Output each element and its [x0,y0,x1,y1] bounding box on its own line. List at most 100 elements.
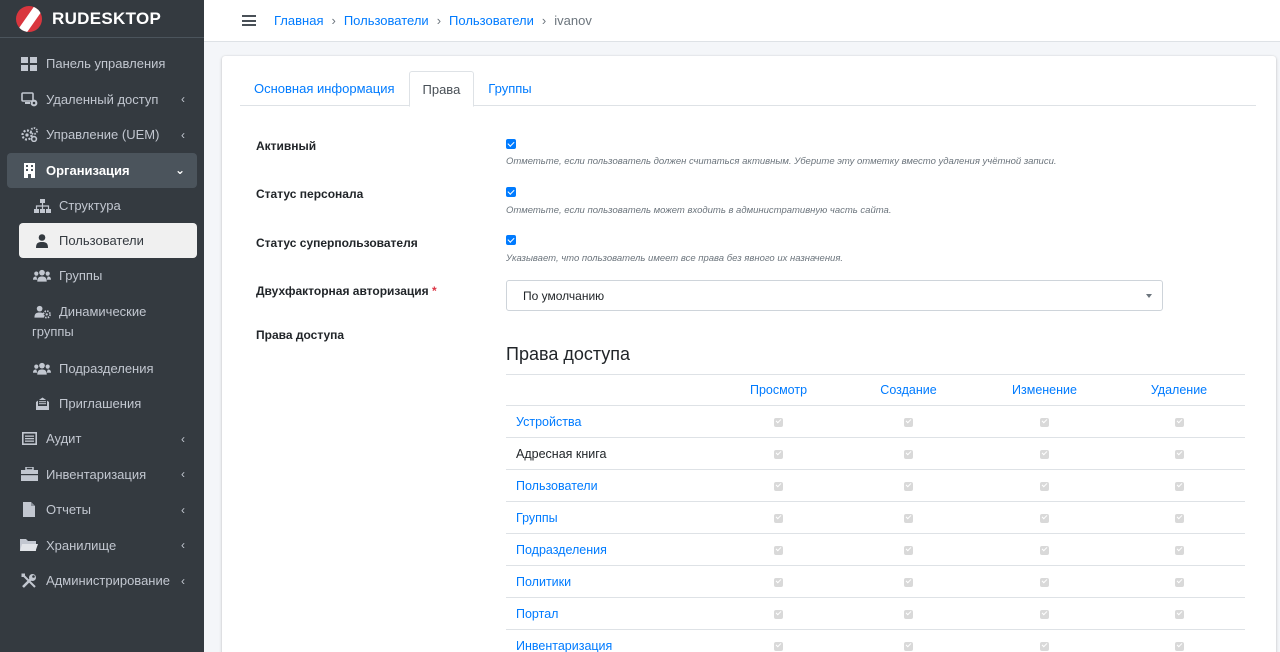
change-checkbox [1040,609,1049,619]
sidebar-item-audit[interactable]: Аудит ‹ [7,421,197,457]
chevron-left-icon: ‹ [181,467,185,482]
permissions-title: Права доступа [506,344,631,364]
user-icon [33,233,51,249]
sidebar-subitem-invitations[interactable]: Приглашения [19,386,197,421]
permissions-header-row: Просмотр Создание Изменение Удаление [506,374,1245,406]
envelope-icon [33,396,51,412]
superuser-help-text: Указывает, что пользователь имеет все пр… [506,253,844,264]
sidebar-item-label: Аудит [46,431,82,447]
table-row: Политики [506,565,1245,598]
chevron-left-icon: ‹ [181,538,185,553]
sidebar-item-administration[interactable]: Администрирование ‹ [7,563,197,599]
twofa-label-text: Двухфакторная авторизация [256,284,429,298]
permission-name[interactable]: Политики [506,565,716,598]
delete-checkbox [1174,641,1184,651]
tab-basic-info[interactable]: Основная информация [240,71,409,106]
twofa-select[interactable]: По умолчанию [506,280,1163,311]
required-mark: * [432,284,437,298]
sidebar-subitem-label: Приглашения [59,396,142,411]
file-icon [20,502,38,518]
sidebar-subitem-dynamic-groups[interactable]: Динамические группы [19,293,197,351]
delete-checkbox [1174,449,1184,459]
permission-name[interactable]: Подразделения [506,533,716,566]
sidebar-item-reports[interactable]: Отчеты ‹ [7,492,197,528]
permission-cell [716,501,841,534]
sidebar-item-dashboard[interactable]: Панель управления [7,46,197,82]
view-checkbox [774,449,783,459]
breadcrumb-users-list-link[interactable]: Пользователи [449,13,534,28]
view-checkbox [774,513,783,523]
change-checkbox [1040,577,1049,587]
permission-name[interactable]: Устройства [506,405,716,438]
tab-permissions[interactable]: Права [408,71,475,107]
view-checkbox [774,609,783,619]
permission-cell [716,437,841,470]
users-icon [33,361,51,377]
breadcrumb-separator: › [541,13,547,28]
dashboard-icon [20,56,38,72]
delete-checkbox [1174,577,1184,587]
menu-toggle-icon[interactable] [242,15,256,26]
table-row: Устройства [506,405,1245,438]
user-form-card: Основная информация Права Группы Активны… [222,56,1276,652]
sidebar-subitem-users[interactable]: Пользователи [19,223,197,258]
column-header-change: Изменение [976,374,1113,406]
permission-name[interactable]: Группы [506,501,716,534]
active-help-text: Отметьте, если пользователь должен счита… [506,156,1057,167]
top-navbar: Главная › Пользователи › Пользователи › … [204,0,1280,42]
staff-checkbox[interactable] [506,187,516,197]
breadcrumb-users-link[interactable]: Пользователи [344,13,429,28]
sidebar-item-inventory[interactable]: Инвентаризация ‹ [7,457,197,493]
brand[interactable]: RUDESKTOP [0,0,204,38]
permission-name[interactable]: Пользователи [506,469,716,502]
column-header-view: Просмотр [716,374,841,406]
sidebar-item-label: Удаленный доступ [46,91,159,107]
permission-cell [841,597,976,630]
delete-checkbox [1174,417,1184,427]
chevron-left-icon: ‹ [181,127,185,142]
active-checkbox[interactable] [506,139,516,149]
view-checkbox [774,481,783,491]
permission-name[interactable]: Портал [506,597,716,630]
permission-cell [1113,629,1245,652]
users-cog-icon [33,304,51,320]
sidebar-item-uem[interactable]: Управление (UEM) ‹ [7,117,197,153]
staff-help-text: Отметьте, если пользователь может входит… [506,205,892,216]
sidebar-item-storage[interactable]: Хранилище ‹ [7,528,197,564]
tab-groups[interactable]: Группы [474,71,545,106]
sidebar-subitem-groups[interactable]: Группы [19,258,197,293]
create-checkbox [904,609,913,619]
delete-checkbox [1174,545,1184,555]
create-checkbox [904,417,913,427]
permission-cell [716,565,841,598]
permission-cell [716,597,841,630]
permission-cell [1113,469,1245,502]
sidebar-subitem-structure[interactable]: Структура [19,188,197,223]
permission-cell [976,501,1113,534]
active-label: Активный [256,139,317,153]
permission-cell [716,405,841,438]
sidebar-item-label: Администрирование [46,573,170,589]
table-row: Группы [506,501,1245,534]
twofa-select-value: По умолчанию [523,288,605,303]
tabs: Основная информация Права Группы [240,71,1256,107]
chevron-left-icon: ‹ [181,431,185,446]
breadcrumb-home-link[interactable]: Главная [274,13,323,28]
superuser-checkbox[interactable] [506,235,516,245]
create-checkbox [904,641,913,651]
column-header-create: Создание [841,374,976,406]
permission-cell [716,533,841,566]
sidebar-item-label: Организация [46,162,130,178]
sidebar-item-organization[interactable]: Организация ⌄ [7,152,197,188]
create-checkbox [904,481,913,491]
permissions-table: Просмотр Создание Изменение Удаление Уст… [506,374,1245,652]
cogs-icon [20,127,38,143]
permission-name[interactable]: Адресная книга [506,437,716,470]
sidebar-item-remote-access[interactable]: Удаленный доступ ‹ [7,82,197,118]
permission-cell [976,565,1113,598]
caret-down-icon [1146,294,1152,298]
sidebar-subitem-departments[interactable]: Подразделения [19,351,197,386]
delete-checkbox [1174,609,1184,619]
permission-name[interactable]: Инвентаризация [506,629,716,652]
breadcrumb-current: ivanov [554,13,592,28]
